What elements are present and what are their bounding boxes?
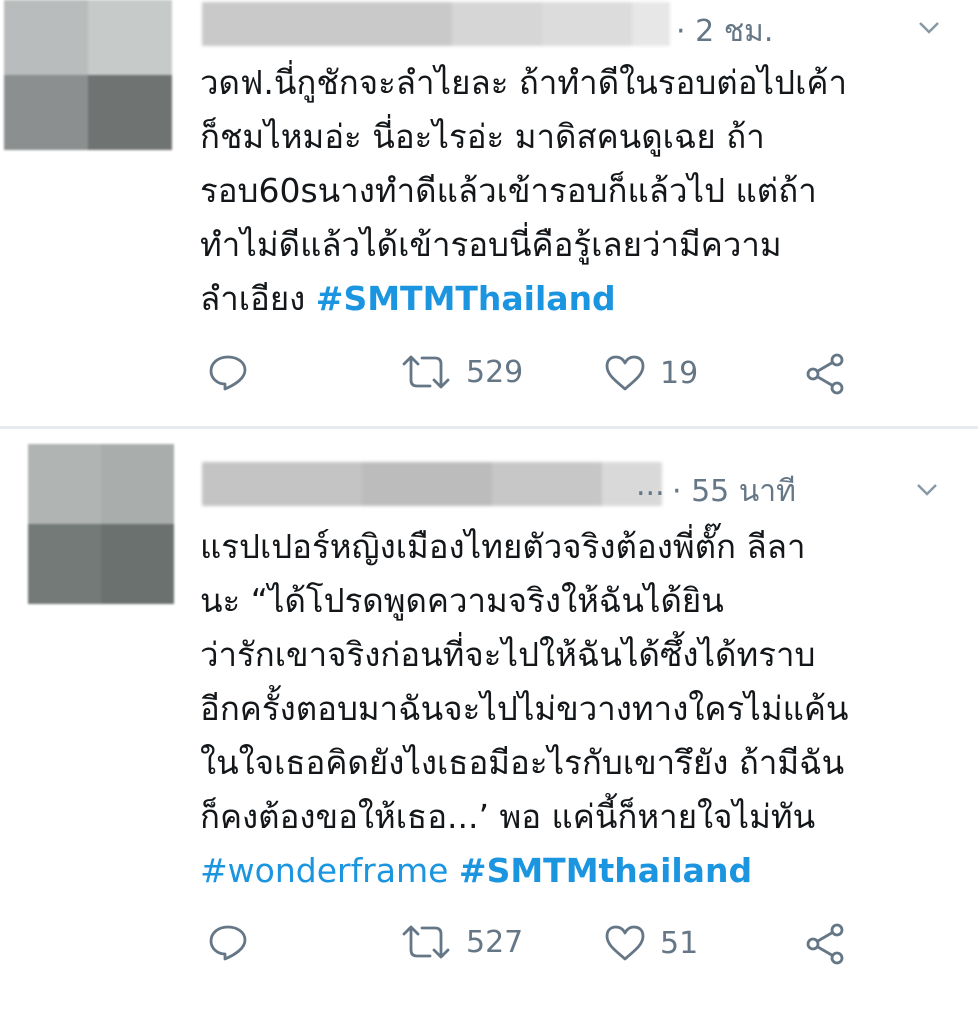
tweet-text-line: ก็ชมไหมอ่ะ นี่อะไรอ่ะ มาดิสคนดูเฉย ถ้า (200, 117, 765, 156)
avatar[interactable] (28, 444, 174, 604)
tweet-timestamp[interactable]: · 2 ชม. (676, 8, 773, 55)
reply-button[interactable] (208, 924, 248, 962)
tweet-text: แรปเปอร์หญิงเมืองไทยตัวจริงต้องพี่ตั๊ก ล… (200, 520, 960, 898)
tweet-text-line: ว่ารักเขาจริงก่อนที่จะไปให้ฉันได้ซึ้งได้… (200, 635, 816, 674)
tweet-text-line: ก็คงต้องขอให้เธอ...’ พอ แค่นี้ก็หายใจไม่… (200, 797, 816, 836)
tweet-text-line: แรปเปอร์หญิงเมืองไทยตัวจริงต้องพี่ตั๊ก ล… (200, 527, 806, 566)
heart-icon (605, 355, 645, 391)
hashtag-link[interactable]: #wonderframe (200, 851, 448, 890)
share-icon (806, 923, 844, 965)
tweet-timestamp[interactable]: · 55 นาที (672, 468, 796, 515)
tweet-text-line: รอบ60sนางทำดีแล้วเข้ารอบก็แล้วไป แต่ถ้า (200, 171, 817, 210)
tweet[interactable]: · 2 ชม. วดฟ.นี่กูชักจะลำไยละ ถ้าทำดีในรอ… (0, 0, 978, 428)
retweet-button[interactable]: 529 (400, 354, 523, 390)
avatar[interactable] (4, 0, 172, 150)
chevron-down-icon[interactable] (914, 476, 940, 502)
share-button[interactable] (804, 922, 848, 966)
chevron-down-icon[interactable] (916, 14, 942, 40)
user-handle-ellipsis: ... (636, 468, 665, 503)
reply-icon (209, 925, 247, 961)
hashtag-link[interactable]: #SMTMThailand (316, 279, 616, 318)
tweet-divider (0, 426, 978, 429)
reply-button[interactable] (208, 354, 248, 392)
tweet-text-line: ในใจเธอคิดยังไงเธอมีอะไรกับเขารึยัง ถ้าม… (200, 743, 845, 782)
tweet-actions: 529 19 (200, 348, 900, 398)
like-button[interactable]: 19 (604, 354, 698, 392)
retweet-icon (402, 925, 450, 959)
like-button[interactable]: 51 (604, 924, 698, 962)
blurred-user-name[interactable] (202, 2, 670, 46)
tweet-text: วดฟ.นี่กูชักจะลำไยละ ถ้าทำดีในรอบต่อไปเค… (200, 56, 960, 326)
retweet-icon (402, 355, 450, 389)
share-button[interactable] (804, 352, 848, 396)
tweet-text-line: ทำไม่ดีแล้วได้เข้ารอบนี่คือรู้เลยว่ามีคว… (200, 225, 782, 264)
reply-icon (209, 355, 247, 391)
hashtag-link[interactable]: #SMTMthailand (459, 851, 752, 890)
tweet-text-line: วดฟ.นี่กูชักจะลำไยละ ถ้าทำดีในรอบต่อไปเค… (200, 63, 847, 102)
retweet-button[interactable]: 527 (400, 924, 523, 960)
tweet-text-line: ลำเอียง (200, 279, 316, 318)
tweet[interactable]: ... · 55 นาที แรปเปอร์หญิงเมืองไทยตัวจริ… (0, 432, 978, 1024)
tweet-text-line: นะ “ได้โปรดพูดความจริงให้ฉันได้ยิน (200, 581, 724, 620)
blurred-user-name[interactable] (202, 462, 662, 506)
share-icon (806, 353, 844, 395)
retweet-count: 529 (466, 354, 524, 390)
retweet-count: 527 (466, 924, 524, 960)
tweet-actions: 527 51 (200, 918, 900, 968)
like-count: 51 (660, 925, 699, 961)
like-count: 19 (660, 355, 699, 391)
heart-icon (605, 925, 645, 961)
tweet-text-line: อีกครั้งตอบมาฉันจะไปไม่ขวางทางใครไม่แค้น (200, 689, 849, 728)
